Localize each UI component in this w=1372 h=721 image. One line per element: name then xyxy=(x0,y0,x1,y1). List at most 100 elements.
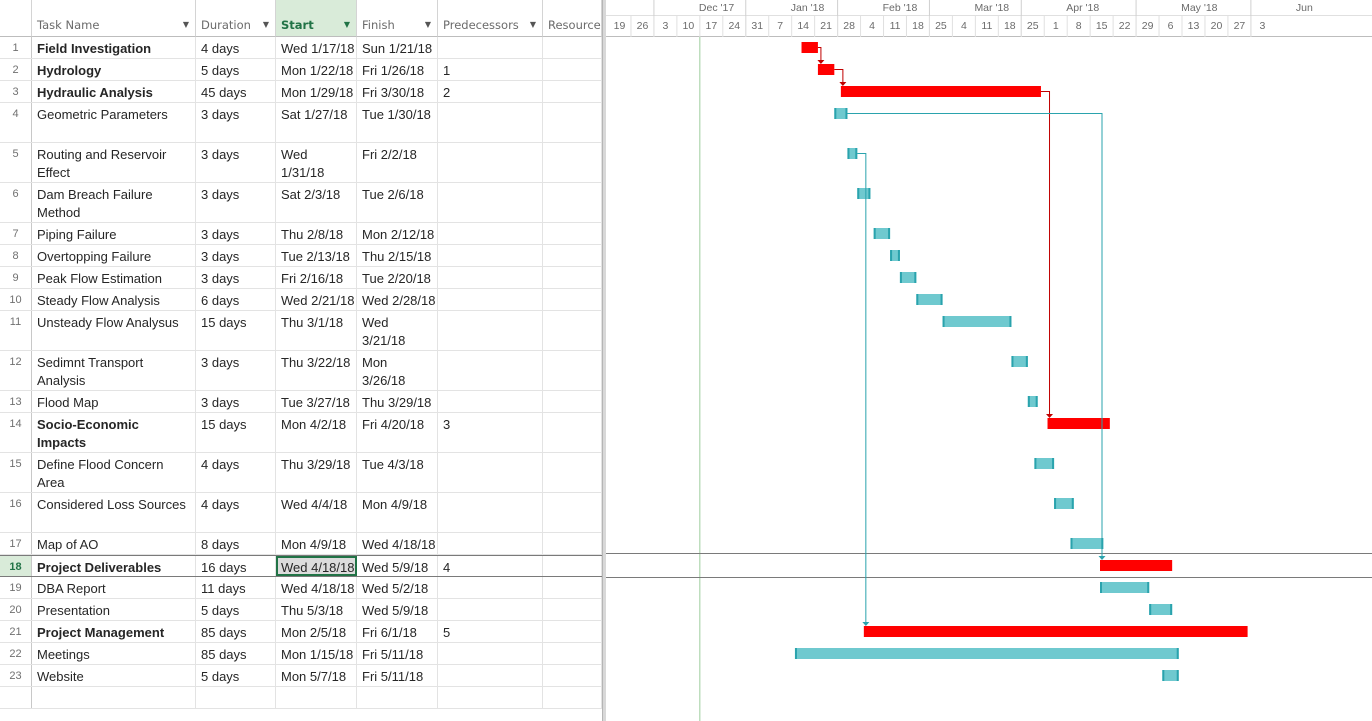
duration-cell[interactable]: 8 days xyxy=(196,533,276,554)
row-number[interactable]: 6 xyxy=(0,183,32,222)
resource-names-cell[interactable] xyxy=(543,37,602,58)
table-row[interactable]: 11 Unsteady Flow Analysus 15 days Thu 3/1/1… xyxy=(0,311,602,351)
resource-names-cell[interactable] xyxy=(543,643,602,664)
task-bar[interactable] xyxy=(794,648,1179,659)
row-number[interactable]: 3 xyxy=(0,81,32,102)
finish-cell[interactable]: Fri 1/26/18 xyxy=(357,59,438,80)
finish-cell[interactable]: Fri 3/30/18 xyxy=(357,81,438,102)
task-bar[interactable] xyxy=(942,316,1012,327)
row-number[interactable]: 7 xyxy=(0,223,32,244)
resource-names-cell[interactable] xyxy=(543,533,602,554)
finish-cell[interactable]: Thu 2/15/18 xyxy=(357,245,438,266)
table-row[interactable]: 16 Considered Loss Sources 4 days Wed 4/4/1… xyxy=(0,493,602,533)
resource-names-cell[interactable] xyxy=(543,289,602,310)
start-cell[interactable]: Tue 2/13/18 xyxy=(276,245,357,266)
start-cell[interactable]: Mon 1/15/18 xyxy=(276,643,357,664)
column-header-duration[interactable]: Duration ▼ xyxy=(196,0,276,37)
finish-cell[interactable]: Tue 2/6/18 xyxy=(357,183,438,222)
empty-cell[interactable] xyxy=(543,687,602,708)
finish-cell[interactable]: Mon 3/26/18 xyxy=(357,351,438,390)
finish-cell[interactable]: Tue 4/3/18 xyxy=(357,453,438,492)
row-number[interactable]: 8 xyxy=(0,245,32,266)
empty-cell[interactable] xyxy=(0,687,32,708)
task-name-cell[interactable]: Project Management xyxy=(32,621,196,642)
chevron-down-icon[interactable]: ▼ xyxy=(344,20,350,29)
task-name-cell[interactable]: Map of AO xyxy=(32,533,196,554)
table-row[interactable]: 10 Steady Flow Analysis 6 days Wed 2/21/18 W… xyxy=(0,289,602,311)
resource-names-cell[interactable] xyxy=(543,577,602,598)
finish-cell[interactable]: Fri 6/1/18 xyxy=(357,621,438,642)
task-name-cell[interactable]: Socio-Economic Impacts xyxy=(32,413,196,452)
table-row[interactable]: 22 Meetings 85 days Mon 1/15/18 Fri 5/11/18 xyxy=(0,643,602,665)
duration-cell[interactable]: 15 days xyxy=(196,413,276,452)
task-bar[interactable] xyxy=(1011,356,1028,367)
resource-names-cell[interactable] xyxy=(543,413,602,452)
resource-names-cell[interactable] xyxy=(543,311,602,350)
predecessors-cell[interactable] xyxy=(438,643,543,664)
task-name-cell[interactable]: Hydrology xyxy=(32,59,196,80)
row-number[interactable]: 22 xyxy=(0,643,32,664)
start-cell[interactable]: Thu 5/3/18 xyxy=(276,599,357,620)
predecessors-cell[interactable]: 4 xyxy=(438,556,543,576)
task-bar[interactable] xyxy=(873,228,891,239)
task-bar[interactable] xyxy=(1070,538,1104,549)
predecessors-cell[interactable] xyxy=(438,103,543,142)
duration-cell[interactable]: 5 days xyxy=(196,665,276,686)
start-cell[interactable]: Thu 3/29/18 xyxy=(276,453,357,492)
critical-task-bar[interactable] xyxy=(801,42,818,53)
table-row[interactable]: 19 DBA Report 11 days Wed 4/18/18 Wed 5/2/18 xyxy=(0,577,602,599)
predecessors-cell[interactable] xyxy=(438,267,543,288)
table-row[interactable]: 23 Website 5 days Mon 5/7/18 Fri 5/11/18 xyxy=(0,665,602,687)
critical-task-bar[interactable] xyxy=(1047,418,1110,429)
duration-cell[interactable]: 85 days xyxy=(196,621,276,642)
resource-names-cell[interactable] xyxy=(543,493,602,532)
start-cell[interactable]: Mon 1/29/18 xyxy=(276,81,357,102)
predecessors-cell[interactable] xyxy=(438,223,543,244)
table-row[interactable]: 8 Overtopping Failure 3 days Tue 2/13/18 Thu… xyxy=(0,245,602,267)
finish-cell[interactable]: Wed 5/2/18 xyxy=(357,577,438,598)
predecessors-cell[interactable] xyxy=(438,143,543,182)
duration-cell[interactable]: 45 days xyxy=(196,81,276,102)
row-number[interactable]: 5 xyxy=(0,143,32,182)
finish-cell[interactable]: Mon 2/12/18 xyxy=(357,223,438,244)
predecessors-cell[interactable] xyxy=(438,453,543,492)
empty-cell[interactable] xyxy=(196,687,276,708)
table-row[interactable]: 21 Project Management 85 days Mon 2/5/18 Fri… xyxy=(0,621,602,643)
table-row[interactable]: 6 Dam Breach Failure Method 3 days Sat 2/3/… xyxy=(0,183,602,223)
start-cell[interactable]: Thu 3/22/18 xyxy=(276,351,357,390)
row-number[interactable]: 21 xyxy=(0,621,32,642)
task-bar[interactable] xyxy=(899,272,917,283)
start-cell[interactable]: Wed 1/31/18 xyxy=(276,143,357,182)
row-number[interactable]: 12 xyxy=(0,351,32,390)
row-number[interactable]: 18 xyxy=(0,556,32,576)
empty-row[interactable] xyxy=(0,687,602,709)
start-cell[interactable]: Wed 2/21/18 xyxy=(276,289,357,310)
predecessors-cell[interactable] xyxy=(438,533,543,554)
finish-cell[interactable]: Wed 2/28/18 xyxy=(357,289,438,310)
column-header-resources[interactable]: Resource Names xyxy=(543,0,602,37)
duration-cell[interactable]: 3 days xyxy=(196,391,276,412)
column-header-task-name[interactable]: Task Name ▼ xyxy=(32,0,196,37)
resource-names-cell[interactable] xyxy=(543,267,602,288)
critical-task-bar[interactable] xyxy=(817,64,835,75)
table-row[interactable]: 2 Hydrology 5 days Mon 1/22/18 Fri 1/26/18 1 xyxy=(0,59,602,81)
table-row[interactable]: 20 Presentation 5 days Thu 5/3/18 Wed 5/9/18 xyxy=(0,599,602,621)
table-row[interactable]: 7 Piping Failure 3 days Thu 2/8/18 Mon 2/12/… xyxy=(0,223,602,245)
row-number[interactable]: 2 xyxy=(0,59,32,80)
finish-cell[interactable]: Fri 2/2/18 xyxy=(357,143,438,182)
task-name-cell[interactable]: Field Investigation xyxy=(32,37,196,58)
task-name-cell[interactable]: Overtopping Failure xyxy=(32,245,196,266)
predecessors-cell[interactable] xyxy=(438,351,543,390)
column-header-finish[interactable]: Finish ▼ xyxy=(357,0,438,37)
task-bar[interactable] xyxy=(1054,498,1074,509)
resource-names-cell[interactable] xyxy=(543,245,602,266)
finish-cell[interactable]: Tue 1/30/18 xyxy=(357,103,438,142)
start-cell[interactable]: Mon 5/7/18 xyxy=(276,665,357,686)
finish-cell[interactable]: Wed 5/9/18 xyxy=(357,556,438,576)
predecessors-cell[interactable] xyxy=(438,493,543,532)
duration-cell[interactable]: 11 days xyxy=(196,577,276,598)
duration-cell[interactable]: 3 days xyxy=(196,223,276,244)
start-cell[interactable]: Mon 2/5/18 xyxy=(276,621,357,642)
table-row[interactable]: 9 Peak Flow Estimation 3 days Fri 2/16/18 Tu… xyxy=(0,267,602,289)
table-row[interactable]: 13 Flood Map 3 days Tue 3/27/18 Thu 3/29/18 xyxy=(0,391,602,413)
